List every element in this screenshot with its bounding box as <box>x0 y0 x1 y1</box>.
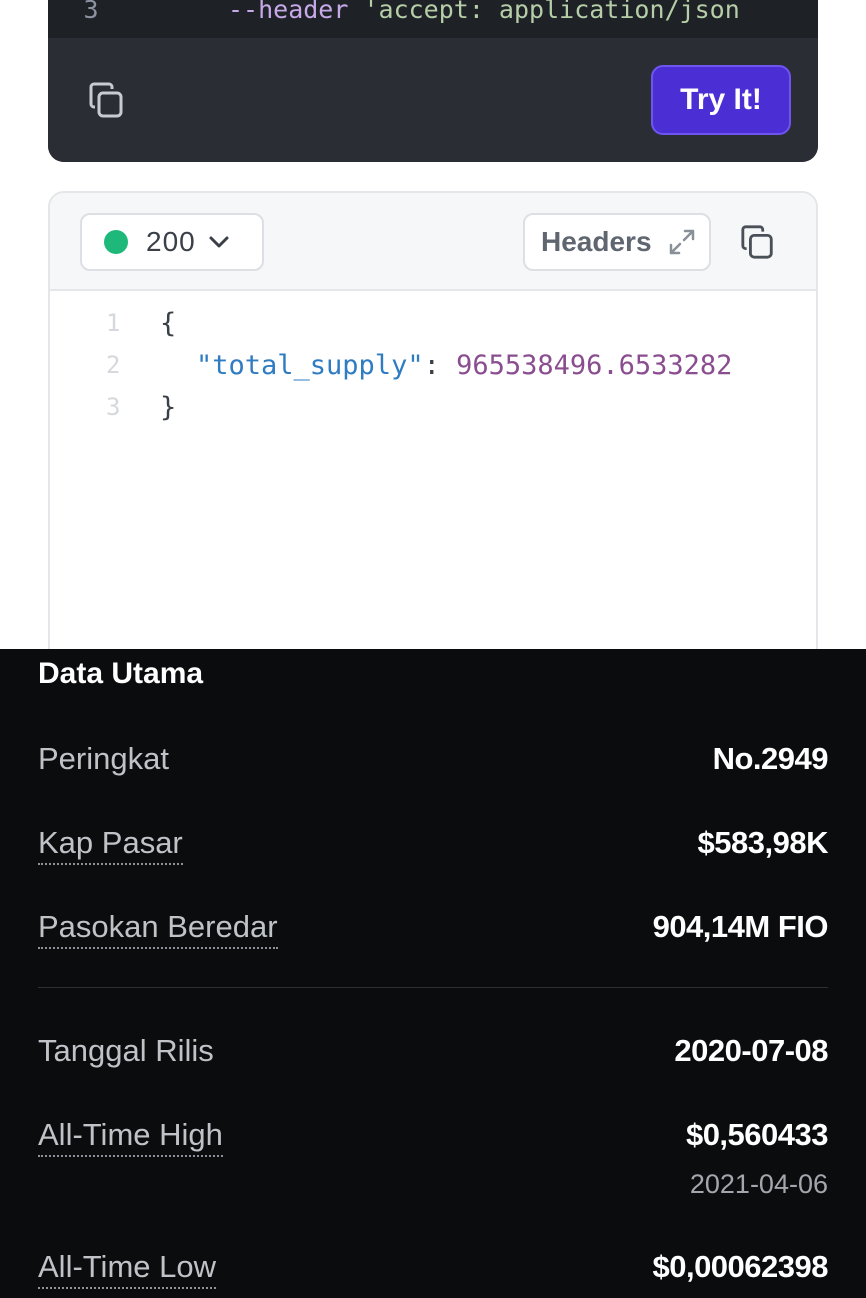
stat-value: 2020-07-08 <box>674 1033 828 1068</box>
code-flag: --header <box>228 0 349 24</box>
stat-row-kap-pasar: Kap Pasar $583,98K <box>38 817 829 867</box>
stat-date: 2021-04-06 <box>689 1169 828 1199</box>
copy-request-button[interactable] <box>88 80 126 120</box>
status-code-select[interactable]: 200 <box>80 213 264 271</box>
line-number: 2 <box>106 351 121 379</box>
json-line: 2 "total_supply": 965538496.6533282 <box>50 345 816 385</box>
code-value: 'accept: application/json <box>348 0 740 24</box>
stat-value: $0,560433 <box>685 1117 829 1152</box>
stat-row-pasokan-beredar: Pasokan Beredar 904,14M FIO <box>38 901 829 951</box>
json-text: } <box>160 391 177 423</box>
line-number: 1 <box>106 309 121 337</box>
api-reference-panel: 3 --header 'accept: application/json Try… <box>0 0 866 661</box>
status-code: 200 <box>146 226 196 257</box>
stat-value: $0,00062398 <box>652 1249 828 1284</box>
divider <box>38 987 828 988</box>
data-utama-panel: Data Utama Peringkat No.2949 Kap Pasar $… <box>0 649 866 1298</box>
stat-label-tooltip[interactable]: All-Time High <box>38 1117 223 1157</box>
stat-row-tanggal-rilis: Tanggal Rilis 2020-07-08 <box>38 1025 828 1075</box>
stat-label-tooltip[interactable]: Pasokan Beredar <box>38 909 278 949</box>
json-line: 1 { <box>50 303 816 343</box>
stat-row-all-time-low: All-Time Low $0,00062398 <box>38 1241 828 1291</box>
json-text: { <box>160 307 177 339</box>
stat-value: $583,98K <box>697 825 829 860</box>
status-indicator <box>104 230 128 254</box>
stat-label-tooltip[interactable]: Kap Pasar <box>38 825 183 865</box>
headers-label: Headers <box>541 226 652 257</box>
stat-label-tooltip[interactable]: All-Time Low <box>38 1249 216 1289</box>
line-number: 3 <box>106 393 121 421</box>
code-text: --header 'accept: application/json <box>228 0 740 22</box>
stat-value: 904,14M FIO <box>652 909 829 944</box>
response-header: 200 Headers <box>50 193 816 291</box>
line-number: 3 <box>83 0 99 24</box>
stat-value: No.2949 <box>712 741 829 776</box>
json-text: "total_supply": 965538496.6533282 <box>196 350 732 381</box>
copy-response-button[interactable] <box>740 223 776 261</box>
headers-button[interactable]: Headers <box>523 213 711 271</box>
stat-row-all-time-high: All-Time High $0,560433 2021-04-06 <box>38 1109 829 1219</box>
json-line: 3 } <box>50 387 816 427</box>
chevron-down-icon <box>209 236 229 248</box>
stat-row-peringkat: Peringkat No.2949 <box>38 733 829 783</box>
section-title: Data Utama <box>38 657 204 690</box>
stat-label: Peringkat <box>38 741 169 776</box>
response-card: 200 Headers 1 {2 "total_supply": 965538… <box>48 191 818 661</box>
json-value: 965538496.6533282 <box>456 349 733 381</box>
try-it-button[interactable]: Try It! <box>651 65 791 135</box>
copy-icon <box>741 225 773 259</box>
stat-label: Tanggal Rilis <box>38 1033 214 1068</box>
json-key: "total_supply" <box>196 349 424 381</box>
json-sep: : <box>423 349 457 381</box>
code-line: 3 --header 'accept: application/json <box>48 0 818 38</box>
copy-icon <box>89 82 123 118</box>
expand-icon <box>669 229 694 255</box>
